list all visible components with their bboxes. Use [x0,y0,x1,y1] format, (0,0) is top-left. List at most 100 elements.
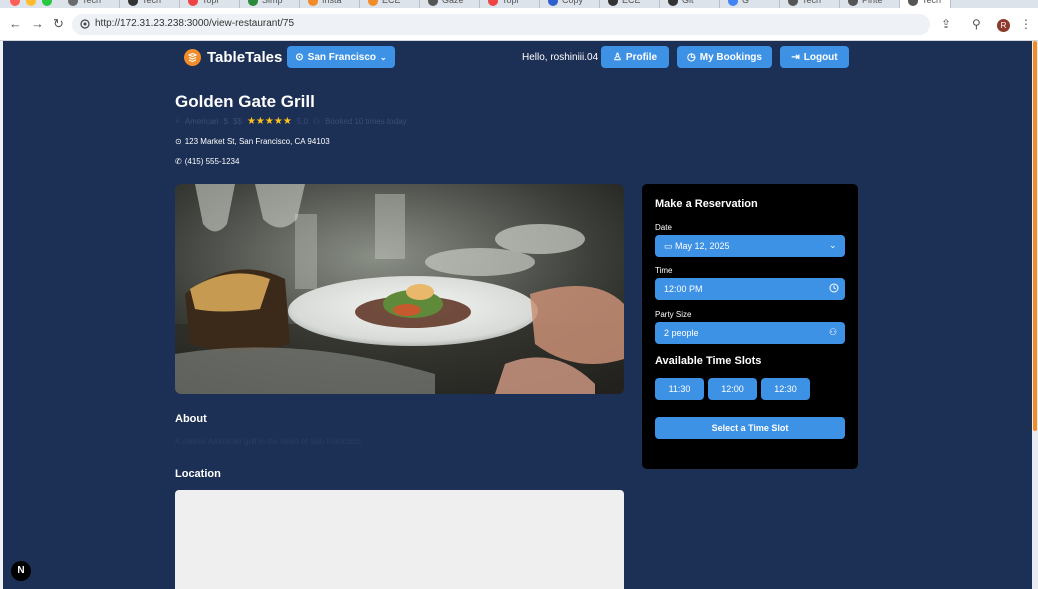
tab-favicon-icon [548,0,558,6]
browser-tab[interactable]: Topi [480,0,540,8]
restaurant-phone: ✆ (415) 555-1234 [175,157,239,166]
browser-tab[interactable]: Tech [60,0,120,8]
browser-tab[interactable]: Topi [180,0,240,8]
logout-button[interactable]: ⇥ Logout [780,46,849,68]
calendar-icon: ▭ [664,241,673,251]
maximize-window-icon[interactable] [42,0,52,6]
tab-title: Tech [142,0,162,5]
time-field[interactable]: 12:00 PM [655,278,845,300]
browser-tab[interactable]: G [720,0,780,8]
dollar-icon: $ [223,117,229,126]
my-bookings-button[interactable]: ◷ My Bookings [677,46,772,68]
reservation-title: Make a Reservation [655,198,758,210]
extensions-icon[interactable]: ⚲ [972,17,981,31]
tab-title: Insta [322,0,342,5]
cuisine: American [184,117,219,126]
browser-tab[interactable]: ECE [360,0,420,8]
date-label: Date [655,223,672,232]
restaurant-name: Golden Gate Grill [175,92,315,111]
brand-logo[interactable]: TableTales [184,49,282,66]
url-text: http://172.31.23.238:3000/view-restauran… [95,18,295,29]
browser-tab[interactable]: Tech [900,0,951,8]
minimize-window-icon[interactable] [26,0,36,6]
restaurant-meta: ⑂ American $ $$ ★★★★★ 5.0 ⚇ Booked 10 ti… [175,116,406,127]
restaurant-address: ⊙ 123 Market St, San Francisco, CA 94103 [175,137,330,146]
location-pin-icon: ⊙ [175,137,182,146]
forward-icon[interactable]: → [31,16,44,31]
url-bar[interactable]: http://172.31.23.238:3000/view-restauran… [72,14,930,35]
reload-icon[interactable]: ↻ [53,16,64,32]
window-controls [10,0,52,6]
back-icon[interactable]: ← [9,16,22,31]
browser-tab[interactable]: Gaze [420,0,480,8]
browser-tab[interactable]: Simp [240,0,300,8]
date-value: ▭ May 12, 2025 [664,241,730,252]
tab-favicon-icon [668,0,678,6]
browser-tab[interactable]: Git [660,0,720,8]
close-window-icon[interactable] [10,0,20,6]
reservation-card: Make a Reservation Date ▭ May 12, 2025 ⌄… [642,184,858,469]
time-slot-button[interactable]: 12:30 [761,378,810,400]
bookings-label: My Bookings [699,51,762,63]
tab-title: Pinte [862,0,883,5]
time-slot-button[interactable]: 11:30 [655,378,704,400]
tab-title: Tech [802,0,822,5]
tab-favicon-icon [608,0,618,6]
tab-favicon-icon [188,0,198,6]
rating-stars: ★★★★★ [246,116,292,127]
scrollbar-thumb[interactable] [1033,41,1037,431]
tab-favicon-icon [68,0,78,6]
party-size-field[interactable]: 2 people ⚇ [655,322,845,344]
menu-icon[interactable]: ⋮ [1020,17,1032,31]
browser-tab[interactable]: Insta [300,0,360,8]
city-select[interactable]: ⊙ San Francisco ⌄ [287,46,395,68]
brand-name: TableTales [207,49,283,66]
select-time-slot-button[interactable]: Select a Time Slot [655,417,845,439]
site-info-icon[interactable] [80,19,90,29]
greeting: Hello, roshiniii.04 [522,52,599,63]
tab-title: ECE [382,0,401,5]
location-map[interactable] [175,490,624,589]
party-size-label: Party Size [655,310,692,319]
restaurant-photo [175,184,624,394]
scrollbar[interactable] [1032,41,1038,589]
party-size-value: 2 people [664,328,699,338]
time-slot-button[interactable]: 12:00 [708,378,757,400]
browser-tab[interactable]: Tech [780,0,840,8]
clock-icon [829,283,839,293]
time-value: 12:00 PM [664,284,703,294]
phone-icon: ✆ [175,157,182,166]
logout-icon: ⇥ [791,51,800,63]
location-pin-icon: ⊙ [295,51,304,63]
tab-title: ECE [622,0,641,5]
tab-title: Gaze [442,0,464,5]
tab-title: Tech [82,0,102,5]
browser-tabs: Tech Tech Topi Simp Insta ECE Gaze Topi Copy ECE G… [60,0,951,8]
browser-tab[interactable]: Copy [540,0,600,8]
browser-tab[interactable]: Pinte [840,0,900,8]
date-field[interactable]: ▭ May 12, 2025 ⌄ [655,235,845,257]
tab-title: G [742,0,750,5]
tab-favicon-icon [728,0,738,6]
share-icon[interactable]: ⇪ [941,17,951,31]
tab-favicon-icon [428,0,438,6]
browser-tab-strip: Tech Tech Topi Simp Insta ECE Gaze Topi Copy ECE G… [0,0,1038,8]
profile-avatar[interactable]: R [997,19,1010,32]
time-slots-heading: Available Time Slots [655,355,762,367]
tab-favicon-icon [488,0,498,6]
browser-tab[interactable]: Tech [120,0,180,8]
city-label: San Francisco [307,51,377,63]
user-icon: ♙ [612,51,622,63]
profile-button[interactable]: ♙ Profile [601,46,669,68]
logout-label: Logout [803,51,838,63]
clock-icon: ◷ [687,51,696,63]
time-label: Time [655,266,673,275]
tab-favicon-icon [128,0,138,6]
booked-count: Booked 10 times today [325,117,407,126]
tab-title: Simp [262,0,283,5]
dev-tools-badge[interactable]: N [11,561,31,581]
browser-tab[interactable]: ECE [600,0,660,8]
location-heading: Location [175,468,221,480]
chevron-down-icon: ⌄ [829,240,837,250]
logo-icon [184,49,201,66]
